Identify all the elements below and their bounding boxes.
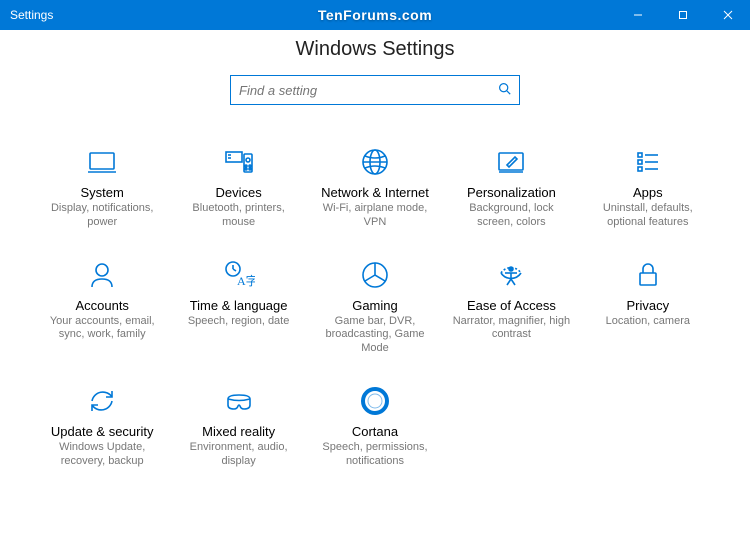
tile-desc: Speech, region, date (172, 315, 304, 329)
tile-apps[interactable]: Apps Uninstall, defaults, optional featu… (580, 141, 716, 234)
settings-grid: System Display, notifications, power Dev… (0, 105, 750, 472)
tile-cortana[interactable]: Cortana Speech, permissions, notificatio… (307, 380, 443, 473)
tile-title: Update & security (36, 424, 168, 439)
system-icon (36, 145, 168, 179)
tile-title: Apps (582, 185, 714, 200)
privacy-icon (582, 258, 714, 292)
tile-title: Privacy (582, 298, 714, 313)
minimize-icon (633, 10, 643, 20)
svg-text:A字: A字 (237, 273, 255, 288)
search-input[interactable] (239, 83, 498, 98)
close-button[interactable] (705, 0, 750, 30)
cortana-icon (309, 384, 441, 418)
search-container (0, 75, 750, 105)
tile-title: Network & Internet (309, 185, 441, 200)
tile-desc: Display, notifications, power (36, 202, 168, 230)
update-security-icon (36, 384, 168, 418)
tile-desc: Game bar, DVR, broadcasting, Game Mode (309, 315, 441, 356)
tile-personalization[interactable]: Personalization Background, lock screen,… (443, 141, 579, 234)
tile-desc: Windows Update, recovery, backup (36, 441, 168, 469)
search-icon (498, 82, 511, 98)
window-controls (615, 0, 750, 30)
tile-update-security[interactable]: Update & security Windows Update, recove… (34, 380, 170, 473)
tile-ease-of-access[interactable]: Ease of Access Narrator, magnifier, high… (443, 254, 579, 360)
tile-gaming[interactable]: Gaming Game bar, DVR, broadcasting, Game… (307, 254, 443, 360)
tile-title: Cortana (309, 424, 441, 439)
tile-title: Gaming (309, 298, 441, 313)
tile-title: Accounts (36, 298, 168, 313)
tile-desc: Location, camera (582, 315, 714, 329)
tile-privacy[interactable]: Privacy Location, camera (580, 254, 716, 360)
personalization-icon (445, 145, 577, 179)
maximize-button[interactable] (660, 0, 705, 30)
accounts-icon (36, 258, 168, 292)
ease-of-access-icon (445, 258, 577, 292)
tile-title: Mixed reality (172, 424, 304, 439)
time-language-icon: A字 (172, 258, 304, 292)
tile-title: Time & language (172, 298, 304, 313)
tile-devices[interactable]: Devices Bluetooth, printers, mouse (170, 141, 306, 234)
tile-network[interactable]: Network & Internet Wi-Fi, airplane mode,… (307, 141, 443, 234)
tile-desc: Environment, audio, display (172, 441, 304, 469)
tile-time-language[interactable]: A字 Time & language Speech, region, date (170, 254, 306, 360)
window-title: Settings (10, 8, 53, 22)
tile-title: Ease of Access (445, 298, 577, 313)
maximize-icon (678, 10, 688, 20)
devices-icon (172, 145, 304, 179)
apps-icon (582, 145, 714, 179)
mixed-reality-icon (172, 384, 304, 418)
tile-desc: Your accounts, email, sync, work, family (36, 315, 168, 343)
tile-desc: Bluetooth, printers, mouse (172, 202, 304, 230)
tile-mixed-reality[interactable]: Mixed reality Environment, audio, displa… (170, 380, 306, 473)
titlebar: Settings TenForums.com (0, 0, 750, 30)
close-icon (723, 10, 733, 20)
tile-desc: Wi-Fi, airplane mode, VPN (309, 202, 441, 230)
tile-system[interactable]: System Display, notifications, power (34, 141, 170, 234)
page-title: Windows Settings (0, 38, 750, 61)
tile-title: Devices (172, 185, 304, 200)
tile-title: System (36, 185, 168, 200)
tile-desc: Background, lock screen, colors (445, 202, 577, 230)
tile-accounts[interactable]: Accounts Your accounts, email, sync, wor… (34, 254, 170, 360)
minimize-button[interactable] (615, 0, 660, 30)
gaming-icon (309, 258, 441, 292)
tile-desc: Narrator, magnifier, high contrast (445, 315, 577, 343)
tile-desc: Speech, permissions, notifications (309, 441, 441, 469)
watermark: TenForums.com (318, 7, 432, 23)
search-box[interactable] (230, 75, 520, 105)
tile-desc: Uninstall, defaults, optional features (582, 202, 714, 230)
globe-icon (309, 145, 441, 179)
tile-title: Personalization (445, 185, 577, 200)
